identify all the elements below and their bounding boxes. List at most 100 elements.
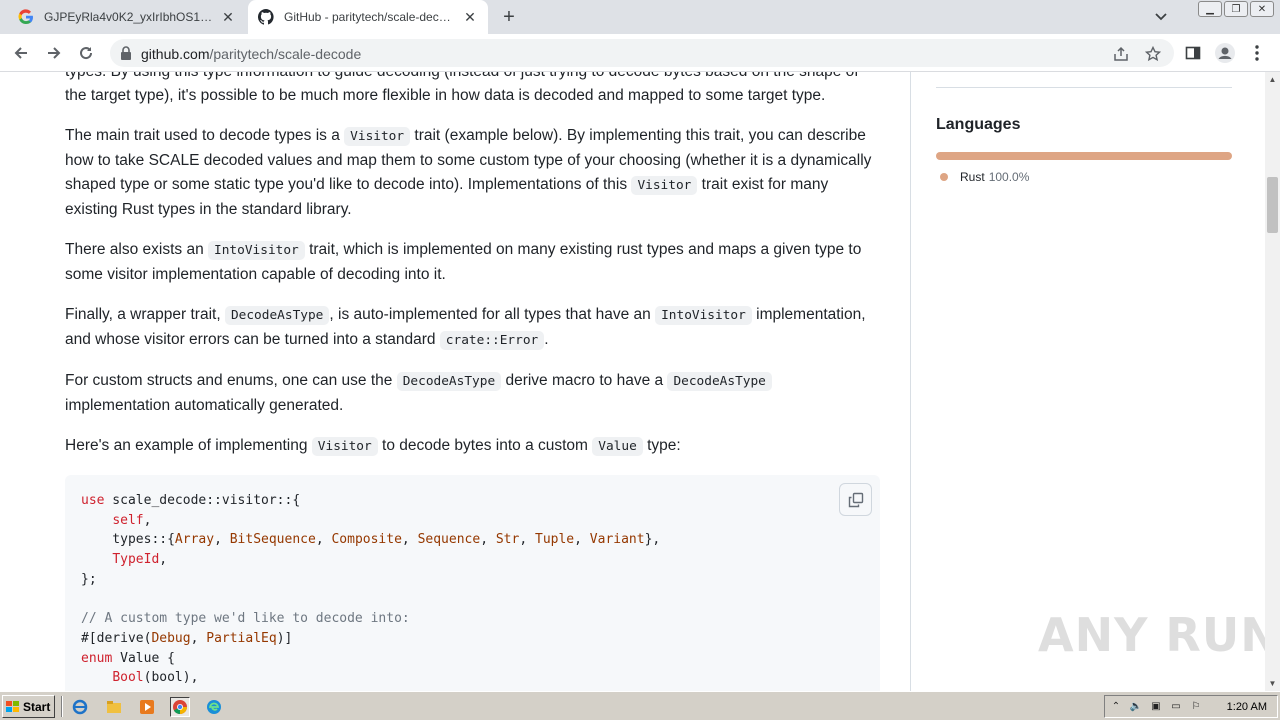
code-keyword: enum: [81, 650, 113, 666]
code-text: ,: [190, 630, 207, 646]
copy-icon: [848, 492, 863, 507]
code-text: ,: [159, 552, 168, 568]
paragraph-text: derive macro to have a: [501, 372, 668, 389]
browser-toolbar: github.com/paritytech/scale-decode: [0, 34, 1280, 72]
code-text: Value {: [112, 650, 175, 666]
reload-icon[interactable]: [75, 42, 97, 64]
code-type: Variant: [589, 532, 645, 548]
code-block[interactable]: use scale_decode::visitor::{ self, types…: [65, 475, 880, 691]
forward-arrow-icon[interactable]: [43, 42, 65, 64]
readme-paragraph: For custom structs and enums, one can us…: [65, 369, 880, 418]
code-content: use scale_decode::visitor::{ self, types…: [81, 493, 661, 686]
language-bar: [936, 152, 1232, 160]
close-window-button[interactable]: ✕: [1250, 1, 1274, 17]
tab-strip: GJPEyRla4v0K2_yxIrIbhOS1xvxa8f- ✕ GitHub…: [0, 0, 1280, 34]
edge-icon[interactable]: [204, 697, 224, 717]
inline-code: DecodeAsType: [396, 372, 502, 391]
inline-code: DecodeAsType: [224, 306, 330, 325]
close-tab-icon[interactable]: ✕: [220, 9, 236, 25]
windows-taskbar: Start ⌃ 🔈 ▣ ▭ ⚐ 1:20 AM: [0, 691, 1280, 720]
share-icon[interactable]: [1112, 45, 1130, 63]
windows-flag-icon: [6, 700, 19, 712]
code-keyword: self: [112, 512, 144, 528]
side-panel-icon[interactable]: [1183, 43, 1203, 63]
system-tray: ⌃ 🔈 ▣ ▭ ⚐ 1:20 AM: [1104, 695, 1278, 718]
url-host: github.com: [141, 46, 210, 62]
anyrun-watermark: ANY RUN: [1038, 608, 1265, 662]
paragraph-text: types. By using this type information to…: [65, 72, 859, 104]
sidebar-divider: [910, 72, 911, 691]
code-text: #[derive(: [81, 630, 152, 646]
code-comment: // A custom type we'd like to decode int…: [81, 611, 410, 627]
inline-code: Visitor: [311, 437, 378, 456]
paragraph-text: Finally, a wrapper trait,: [65, 306, 225, 323]
inline-code: IntoVisitor: [655, 306, 752, 325]
code-type: Debug: [151, 630, 191, 646]
inline-code: DecodeAsType: [667, 372, 772, 391]
start-label: Start: [23, 699, 51, 714]
url-path: /paritytech/scale-decode: [209, 46, 362, 62]
scrollbar-thumb[interactable]: [1267, 177, 1278, 233]
paragraph-text: type:: [642, 437, 681, 454]
tab-title: GitHub - paritytech/scale-decode: Decode: [284, 10, 456, 24]
internet-explorer-icon[interactable]: [70, 697, 90, 717]
clock[interactable]: 1:20 AM: [1227, 701, 1267, 713]
code-type: Tuple: [535, 532, 575, 548]
bookmark-star-icon[interactable]: [1144, 45, 1162, 63]
address-bar[interactable]: github.com/paritytech/scale-decode: [110, 39, 1174, 67]
code-text: types::{: [81, 532, 175, 548]
code-text: };: [81, 571, 97, 587]
readme-paragraph: There also exists an IntoVisitor trait, …: [65, 238, 880, 287]
code-keyword: use: [81, 493, 105, 508]
paragraph-text: , is auto-implemented for all types that…: [329, 306, 656, 323]
readme-paragraph: Here's an example of implementing Visito…: [65, 434, 880, 459]
start-button[interactable]: Start: [2, 695, 55, 718]
code-type: Bool: [112, 670, 144, 686]
chrome-taskbar-icon[interactable]: [170, 697, 190, 717]
language-item-rust[interactable]: Rust 100.0%: [940, 170, 1029, 184]
window-controls: ▁ ❐ ✕: [1198, 1, 1274, 17]
code-text: ,: [143, 512, 152, 528]
scroll-down-arrow-icon[interactable]: ▼: [1265, 676, 1280, 691]
paragraph-text: implementation automatically generated.: [65, 397, 344, 414]
paragraph-text: .: [544, 331, 549, 348]
code-text: },: [644, 532, 661, 548]
restore-button[interactable]: ❐: [1224, 1, 1248, 17]
more-menu-icon[interactable]: [1247, 43, 1267, 63]
code-text: )]: [276, 630, 293, 646]
media-player-icon[interactable]: [137, 697, 157, 717]
inline-code: Visitor: [344, 127, 411, 146]
code-type: BitSequence: [229, 532, 316, 548]
code-type: Sequence: [417, 532, 481, 548]
tab-search-chevron-icon[interactable]: [1152, 8, 1170, 26]
show-hidden-icons-icon[interactable]: ⌃: [1109, 700, 1123, 714]
inline-code: crate::Error: [439, 331, 545, 350]
tab-google-search[interactable]: GJPEyRla4v0K2_yxIrIbhOS1xvxa8f- ✕: [8, 0, 246, 34]
copy-code-button[interactable]: [839, 483, 872, 516]
language-color-dot: [940, 173, 948, 181]
network-icon[interactable]: ▣: [1149, 700, 1163, 714]
inline-code: Visitor: [631, 176, 698, 195]
lock-icon[interactable]: [120, 46, 132, 65]
new-tab-button[interactable]: +: [498, 6, 520, 28]
taskbar-separator: [61, 696, 63, 717]
inline-code: Value: [592, 437, 643, 456]
tab-github-scale-decode[interactable]: GitHub - paritytech/scale-decode: Decode…: [248, 0, 488, 34]
code-type: Array: [174, 532, 215, 548]
scroll-up-arrow-icon[interactable]: ▲: [1265, 72, 1280, 87]
languages-heading[interactable]: Languages: [936, 116, 1020, 134]
github-icon: [258, 9, 274, 25]
file-explorer-icon[interactable]: [104, 697, 124, 717]
display-icon[interactable]: ▭: [1169, 700, 1183, 714]
code-text: (bool),: [143, 670, 199, 686]
minimize-button[interactable]: ▁: [1198, 1, 1222, 17]
back-arrow-icon[interactable]: [10, 42, 32, 64]
page-scrollbar[interactable]: ▲ ▼: [1265, 72, 1280, 691]
action-center-flag-icon[interactable]: ⚐: [1189, 700, 1203, 714]
volume-icon[interactable]: 🔈: [1129, 700, 1143, 714]
close-tab-icon[interactable]: ✕: [462, 9, 478, 25]
profile-avatar-icon[interactable]: [1215, 43, 1235, 63]
paragraph-text: There also exists an: [65, 241, 209, 258]
